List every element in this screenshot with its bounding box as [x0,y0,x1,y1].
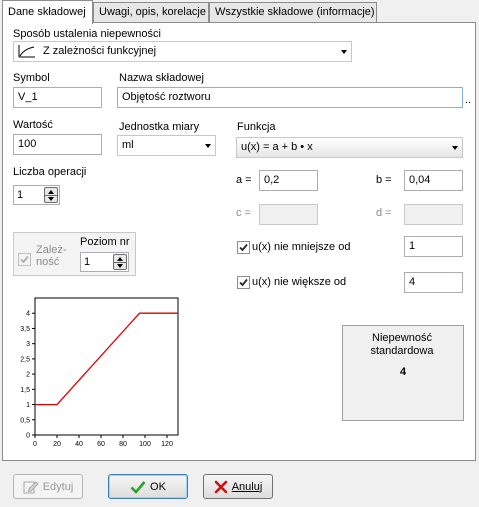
x-tick-label: 120 [161,441,173,448]
x-tick-label: 40 [75,441,83,448]
value-label: Wartość [13,119,53,131]
value-input[interactable]: 100 [13,134,102,155]
edit-button[interactable]: Edytuj [13,474,83,499]
x-tick-label: 0 [33,441,37,448]
level-value: 1 [84,256,91,268]
series-line [35,312,178,406]
coef-c-input [259,204,318,225]
y-tick-label: 2 [26,372,30,379]
chevron-down-icon [205,144,211,148]
tab-component-data[interactable]: Dane składowej [2,0,93,24]
y-tick-label: 0,5 [20,417,30,424]
uncertainty-value: 4 [399,366,407,378]
y-tick-label: 4 [26,311,30,318]
x-tick-label: 20 [53,441,61,448]
y-tick-label: 1,5 [20,387,30,394]
ops-stepper[interactable]: 1 [13,185,60,205]
min-limit-label: u(x) nie mniejsze od [252,241,351,253]
max-limit-checkbox[interactable] [237,276,250,289]
unit-label: Jednostka miary [119,121,200,133]
coef-b-label: b = [376,174,392,186]
coef-c-label: c = [236,207,251,219]
level-stepper[interactable]: 1 [80,252,129,272]
function-combo[interactable]: u(x) = a + b • x [236,137,463,158]
coef-a-label: a = [236,174,252,186]
name-label: Nazwa składowej [119,72,204,84]
chart-svg: 00,511,522,533,540 20 40 60 80 100 120 [20,297,179,448]
uncertainty-label: Niepewność standardowa [370,332,434,357]
min-limit-input[interactable]: 1 [404,236,463,257]
chevron-down-icon [341,50,347,54]
coef-d-label: d = [376,207,392,219]
stepper-arrows-icon[interactable] [113,254,127,270]
coef-a-input[interactable]: 0,2 [259,170,318,191]
method-combo[interactable]: Z zależności funkcyjnej [13,41,352,62]
x-tick-label: 80 [119,441,127,448]
check-icon [130,480,146,494]
dependency-checkbox [18,253,31,266]
y-tick-label: 3 [26,341,30,348]
function-value: u(x) = a + b • x [241,141,313,153]
chevron-down-icon [452,146,458,150]
x-tick-label: 60 [97,441,105,448]
max-limit-input[interactable]: 4 [404,272,463,293]
edit-icon [23,480,39,493]
ops-value: 1 [17,189,24,201]
name-more-button[interactable]: .. [465,94,471,106]
ops-label: Liczba operacji [13,166,87,178]
dependency-label: Zależ- ność [36,244,67,268]
plot-frame [34,297,179,436]
y-tick-label: 0 [26,433,30,440]
close-icon [214,480,228,493]
function-label: Funkcja [237,121,276,133]
unit-combo[interactable]: ml [117,135,216,156]
x-tick-label: 100 [139,441,151,448]
y-tick-label: 1 [26,402,30,409]
method-value: Z zależności funkcyjnej [43,45,157,57]
y-tick-label: 2,5 [20,356,30,363]
level-label: Poziom nr [80,236,130,248]
edit-button-label: Edytuj [42,480,74,493]
tab-all-components[interactable]: Wszystkie składowe (informacje) [209,2,377,22]
min-limit-checkbox[interactable] [237,241,250,254]
cancel-button-label: Anuluj [231,480,263,493]
max-limit-label: u(x) nie większe od [252,276,347,288]
cancel-button[interactable]: Anuluj [203,474,273,499]
function-curve-icon [18,45,36,61]
method-label: Sposób ustalenia niepewności [13,28,161,40]
y-tick-label: 3,5 [20,326,30,333]
stepper-arrows-icon[interactable] [44,187,58,203]
function-chart: 0 0,5 1 1,5 2 2,5 3 3,5 4 0 20 40 60 80 100 120 [13,290,184,454]
ok-button[interactable]: OK [108,474,188,499]
tab-notes-correlations[interactable]: Uwagi, opis, korelacje [93,2,209,22]
ok-button-label: OK [150,480,166,493]
symbol-input[interactable]: V_1 [13,87,102,108]
unit-value: ml [122,139,134,151]
symbol-label: Symbol [13,72,50,84]
coef-b-input[interactable]: 0,04 [404,170,463,191]
coef-d-input [404,204,463,225]
name-input[interactable]: Objętość roztworu [117,87,463,108]
